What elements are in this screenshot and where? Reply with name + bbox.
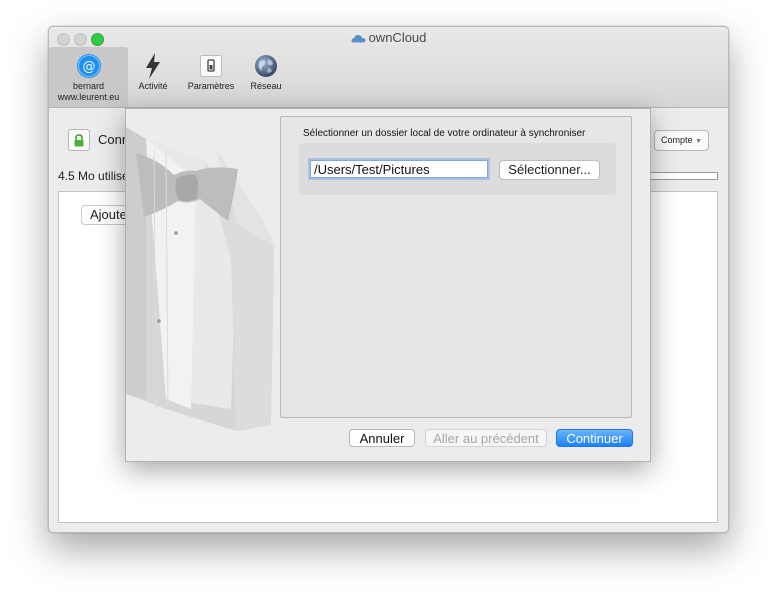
tab-account-server: www.leurent.eu [57, 92, 120, 102]
tab-account[interactable]: @ bernard www.leurent.eu [49, 47, 128, 107]
usage-text: 4.5 Mo utilisé [58, 169, 129, 183]
account-menu-button[interactable]: Compte ▼ [654, 130, 709, 151]
tuxedo-illustration [126, 127, 276, 431]
tab-settings[interactable]: Paramètres [184, 47, 238, 107]
tab-network-label: Réseau [250, 81, 282, 91]
tab-activity-label: Activité [138, 81, 168, 91]
select-folder-button[interactable]: Sélectionner... [499, 160, 600, 180]
cancel-button[interactable]: Annuler [349, 429, 415, 447]
titlebar: ownCloud @ bernard www.leurent.eu Activi… [49, 27, 728, 108]
tab-account-name: bernard [72, 81, 105, 91]
lightning-icon [133, 51, 173, 81]
previous-button[interactable]: Aller au précédent [425, 429, 547, 447]
chevron-down-icon: ▼ [695, 138, 702, 145]
window-title: ownCloud [49, 30, 728, 46]
tab-activity[interactable]: Activité [133, 47, 173, 107]
continue-button[interactable]: Continuer [556, 429, 633, 447]
tab-settings-label: Paramètres [187, 81, 235, 91]
folder-selection-group: Sélectionner un dossier local de votre o… [280, 116, 632, 418]
window-title-text: ownCloud [368, 30, 427, 45]
folder-picker-row: Sélectionner... [299, 143, 616, 195]
lock-icon [68, 129, 90, 151]
cloud-icon [351, 31, 366, 46]
usage-bar [649, 172, 718, 180]
tab-network[interactable]: Réseau [246, 47, 286, 107]
switch-icon [184, 51, 238, 81]
account-menu-label: Compte [661, 135, 693, 145]
group-title: Sélectionner un dossier local de votre o… [303, 128, 586, 139]
svg-text:@: @ [82, 60, 95, 75]
local-folder-path-input[interactable] [310, 160, 488, 178]
folder-wizard-dialog: Sélectionner un dossier local de votre o… [125, 108, 651, 462]
at-icon: @ [49, 51, 128, 81]
globe-icon [246, 51, 286, 81]
